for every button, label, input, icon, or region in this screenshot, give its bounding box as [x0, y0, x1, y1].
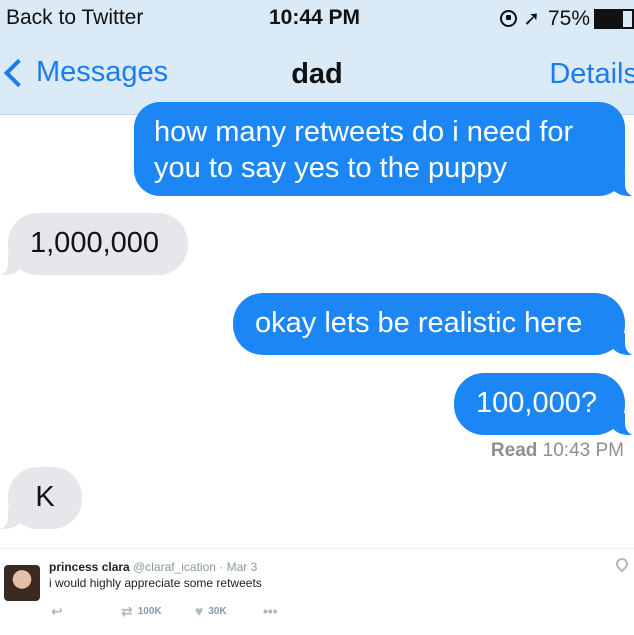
like-count: 30K — [208, 605, 227, 617]
more-button[interactable]: ••• — [263, 603, 283, 619]
avatar[interactable] — [4, 565, 40, 601]
location-arrow-icon: ➚ — [523, 8, 540, 30]
details-button[interactable]: Details — [549, 58, 634, 91]
tweet-date[interactable]: Mar 3 — [227, 560, 258, 574]
retweet-button[interactable]: ⇄ 100K — [121, 603, 162, 620]
message-bubble-sent[interactable]: okay lets be realistic here — [233, 293, 634, 356]
conversation-title: dad — [291, 58, 343, 90]
tweet-text: i would highly appreciate some retweets — [49, 576, 262, 590]
reply-icon: ↩ — [51, 603, 63, 619]
message-text: okay lets be realistic here — [255, 307, 583, 339]
tweet-card[interactable]: princess clara @claraf_ication · Mar 3 i… — [0, 548, 634, 635]
message-text: K — [35, 481, 55, 513]
message-bubble-sent[interactable]: how many retweets do i need for you to s… — [134, 102, 634, 197]
status-bar: Back to Twitter 10:44 PM ➚ 75% — [0, 0, 634, 36]
tweet-author-handle[interactable]: @claraf_ication — [133, 560, 216, 574]
battery-icon — [594, 8, 634, 29]
battery-percent: 75% — [547, 6, 590, 30]
heart-icon: ♥ — [195, 603, 204, 619]
more-icon: ••• — [263, 603, 278, 619]
orientation-lock-icon — [500, 10, 518, 27]
message-text: 100,000? — [476, 387, 597, 419]
tweet-author-name[interactable]: princess clara — [49, 560, 130, 574]
retweet-count: 100K — [137, 606, 162, 617]
battery-fill — [596, 10, 623, 27]
read-label: Read — [490, 440, 538, 461]
message-text: how many retweets do i need for you to s… — [154, 116, 574, 184]
retweet-icon: ⇄ — [121, 603, 133, 619]
location-pin-icon — [613, 555, 631, 573]
tweet-header: princess clara @claraf_ication · Mar 3 — [49, 560, 257, 574]
message-text: 1,000,000 — [30, 227, 160, 259]
message-bubble-received[interactable]: 1,000,000 — [0, 213, 188, 276]
message-bubble-sent[interactable]: 100,000? — [454, 373, 634, 436]
reply-button[interactable]: ↩ — [51, 603, 68, 620]
status-time: 10:44 PM — [269, 6, 361, 29]
tweet-separator: · — [219, 560, 224, 574]
status-indicators: ➚ 75% — [500, 6, 634, 31]
like-button[interactable]: ♥ 30K — [195, 603, 227, 619]
read-receipt: Read 10:43 PM — [491, 440, 624, 462]
message-bubble-received[interactable]: K — [0, 467, 82, 530]
read-time: 10:43 PM — [542, 440, 624, 461]
back-to-twitter-link[interactable]: Back to Twitter — [6, 6, 143, 30]
